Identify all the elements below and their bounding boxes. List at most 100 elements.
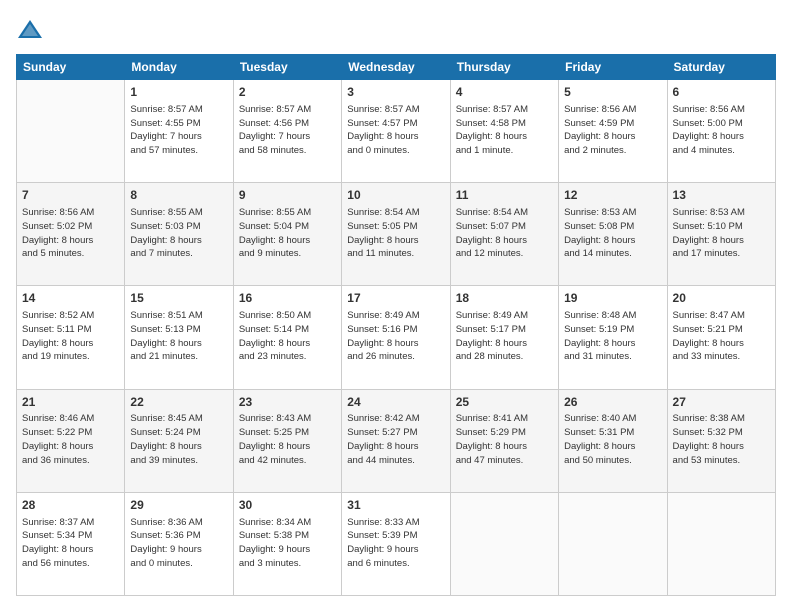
day-number: 23: [239, 394, 336, 411]
day-number: 28: [22, 497, 119, 514]
day-number: 2: [239, 84, 336, 101]
day-number: 31: [347, 497, 444, 514]
calendar-cell: 28 Sunrise: 8:37 AM Sunset: 5:34 PM Dayli…: [17, 492, 125, 595]
day-info: Sunrise: 8:41 AM Sunset: 5:29 PM Dayligh…: [456, 412, 553, 467]
calendar-cell: 31 Sunrise: 8:33 AM Sunset: 5:39 PM Dayli…: [342, 492, 450, 595]
day-info: Sunrise: 8:47 AM Sunset: 5:21 PM Dayligh…: [673, 309, 770, 364]
calendar-cell: 3 Sunrise: 8:57 AM Sunset: 4:57 PM Daylig…: [342, 80, 450, 183]
calendar-table: SundayMondayTuesdayWednesdayThursdayFrid…: [16, 54, 776, 596]
day-info: Sunrise: 8:55 AM Sunset: 5:04 PM Dayligh…: [239, 206, 336, 261]
day-info: Sunrise: 8:34 AM Sunset: 5:38 PM Dayligh…: [239, 516, 336, 571]
calendar-cell: 10 Sunrise: 8:54 AM Sunset: 5:05 PM Dayli…: [342, 183, 450, 286]
day-info: Sunrise: 8:54 AM Sunset: 5:05 PM Dayligh…: [347, 206, 444, 261]
calendar-cell: 23Sunrise: 8:43 AM Sunset: 5:25 PM Dayli…: [233, 389, 341, 492]
calendar-cell: 13 Sunrise: 8:53 AM Sunset: 5:10 PM Dayli…: [667, 183, 775, 286]
day-number: 16: [239, 290, 336, 307]
day-number: 9: [239, 187, 336, 204]
day-number: 5: [564, 84, 661, 101]
day-info: Sunrise: 8:57 AM Sunset: 4:57 PM Dayligh…: [347, 103, 444, 158]
calendar-cell: 1 Sunrise: 8:57 AM Sunset: 4:55 PM Daylig…: [125, 80, 233, 183]
day-info: Sunrise: 8:52 AM Sunset: 5:11 PM Dayligh…: [22, 309, 119, 364]
weekday-header-monday: Monday: [125, 55, 233, 80]
calendar-cell: 26Sunrise: 8:40 AM Sunset: 5:31 PM Dayli…: [559, 389, 667, 492]
day-number: 24: [347, 394, 444, 411]
day-number: 6: [673, 84, 770, 101]
calendar-cell: 20 Sunrise: 8:47 AM Sunset: 5:21 PM Dayli…: [667, 286, 775, 389]
weekday-header-wednesday: Wednesday: [342, 55, 450, 80]
calendar-cell: [667, 492, 775, 595]
day-number: 11: [456, 187, 553, 204]
day-number: 22: [130, 394, 227, 411]
day-info: Sunrise: 8:57 AM Sunset: 4:55 PM Dayligh…: [130, 103, 227, 158]
weekday-header-tuesday: Tuesday: [233, 55, 341, 80]
logo-icon: [16, 16, 44, 44]
day-info: Sunrise: 8:46 AM Sunset: 5:22 PM Dayligh…: [22, 412, 119, 467]
calendar-cell: 2 Sunrise: 8:57 AM Sunset: 4:56 PM Daylig…: [233, 80, 341, 183]
day-number: 4: [456, 84, 553, 101]
day-number: 25: [456, 394, 553, 411]
day-info: Sunrise: 8:49 AM Sunset: 5:17 PM Dayligh…: [456, 309, 553, 364]
calendar-cell: 15 Sunrise: 8:51 AM Sunset: 5:13 PM Dayli…: [125, 286, 233, 389]
weekday-header-thursday: Thursday: [450, 55, 558, 80]
day-info: Sunrise: 8:43 AM Sunset: 5:25 PM Dayligh…: [239, 412, 336, 467]
calendar-cell: 4 Sunrise: 8:57 AM Sunset: 4:58 PM Daylig…: [450, 80, 558, 183]
day-info: Sunrise: 8:53 AM Sunset: 5:10 PM Dayligh…: [673, 206, 770, 261]
weekday-header-saturday: Saturday: [667, 55, 775, 80]
page: SundayMondayTuesdayWednesdayThursdayFrid…: [0, 0, 792, 612]
day-number: 15: [130, 290, 227, 307]
day-info: Sunrise: 8:57 AM Sunset: 4:56 PM Dayligh…: [239, 103, 336, 158]
calendar-cell: 16 Sunrise: 8:50 AM Sunset: 5:14 PM Dayli…: [233, 286, 341, 389]
day-number: 14: [22, 290, 119, 307]
day-info: Sunrise: 8:40 AM Sunset: 5:31 PM Dayligh…: [564, 412, 661, 467]
day-number: 1: [130, 84, 227, 101]
calendar-cell: 5Sunrise: 8:56 AM Sunset: 4:59 PM Daylig…: [559, 80, 667, 183]
day-number: 19: [564, 290, 661, 307]
day-number: 17: [347, 290, 444, 307]
calendar-cell: 8Sunrise: 8:55 AM Sunset: 5:03 PM Daylig…: [125, 183, 233, 286]
calendar-cell: 29 Sunrise: 8:36 AM Sunset: 5:36 PM Dayli…: [125, 492, 233, 595]
calendar-cell: [450, 492, 558, 595]
day-info: Sunrise: 8:36 AM Sunset: 5:36 PM Dayligh…: [130, 516, 227, 571]
day-info: Sunrise: 8:38 AM Sunset: 5:32 PM Dayligh…: [673, 412, 770, 467]
calendar-cell: 21Sunrise: 8:46 AM Sunset: 5:22 PM Dayli…: [17, 389, 125, 492]
calendar-cell: 14 Sunrise: 8:52 AM Sunset: 5:11 PM Dayli…: [17, 286, 125, 389]
calendar-cell: [17, 80, 125, 183]
day-info: Sunrise: 8:51 AM Sunset: 5:13 PM Dayligh…: [130, 309, 227, 364]
day-info: Sunrise: 8:55 AM Sunset: 5:03 PM Dayligh…: [130, 206, 227, 261]
day-info: Sunrise: 8:33 AM Sunset: 5:39 PM Dayligh…: [347, 516, 444, 571]
day-info: Sunrise: 8:56 AM Sunset: 5:02 PM Dayligh…: [22, 206, 119, 261]
day-info: Sunrise: 8:50 AM Sunset: 5:14 PM Dayligh…: [239, 309, 336, 364]
header: [16, 16, 776, 44]
day-number: 30: [239, 497, 336, 514]
day-number: 26: [564, 394, 661, 411]
day-info: Sunrise: 8:56 AM Sunset: 5:00 PM Dayligh…: [673, 103, 770, 158]
day-number: 21: [22, 394, 119, 411]
calendar-cell: 18 Sunrise: 8:49 AM Sunset: 5:17 PM Dayli…: [450, 286, 558, 389]
day-number: 12: [564, 187, 661, 204]
calendar-cell: 11 Sunrise: 8:54 AM Sunset: 5:07 PM Dayli…: [450, 183, 558, 286]
calendar-cell: 27Sunrise: 8:38 AM Sunset: 5:32 PM Dayli…: [667, 389, 775, 492]
day-info: Sunrise: 8:57 AM Sunset: 4:58 PM Dayligh…: [456, 103, 553, 158]
week-row-2: 14 Sunrise: 8:52 AM Sunset: 5:11 PM Dayli…: [17, 286, 776, 389]
day-number: 13: [673, 187, 770, 204]
week-row-0: 1 Sunrise: 8:57 AM Sunset: 4:55 PM Daylig…: [17, 80, 776, 183]
day-number: 20: [673, 290, 770, 307]
day-info: Sunrise: 8:54 AM Sunset: 5:07 PM Dayligh…: [456, 206, 553, 261]
calendar-cell: 17Sunrise: 8:49 AM Sunset: 5:16 PM Dayli…: [342, 286, 450, 389]
day-number: 29: [130, 497, 227, 514]
day-number: 18: [456, 290, 553, 307]
calendar-cell: 22Sunrise: 8:45 AM Sunset: 5:24 PM Dayli…: [125, 389, 233, 492]
weekday-header-row: SundayMondayTuesdayWednesdayThursdayFrid…: [17, 55, 776, 80]
calendar-cell: 12 Sunrise: 8:53 AM Sunset: 5:08 PM Dayli…: [559, 183, 667, 286]
day-number: 27: [673, 394, 770, 411]
calendar-cell: 30 Sunrise: 8:34 AM Sunset: 5:38 PM Dayli…: [233, 492, 341, 595]
logo: [16, 16, 48, 44]
day-number: 3: [347, 84, 444, 101]
day-info: Sunrise: 8:53 AM Sunset: 5:08 PM Dayligh…: [564, 206, 661, 261]
week-row-3: 21Sunrise: 8:46 AM Sunset: 5:22 PM Dayli…: [17, 389, 776, 492]
calendar-cell: 25Sunrise: 8:41 AM Sunset: 5:29 PM Dayli…: [450, 389, 558, 492]
day-number: 10: [347, 187, 444, 204]
calendar-cell: [559, 492, 667, 595]
day-info: Sunrise: 8:37 AM Sunset: 5:34 PM Dayligh…: [22, 516, 119, 571]
calendar-cell: 6 Sunrise: 8:56 AM Sunset: 5:00 PM Daylig…: [667, 80, 775, 183]
